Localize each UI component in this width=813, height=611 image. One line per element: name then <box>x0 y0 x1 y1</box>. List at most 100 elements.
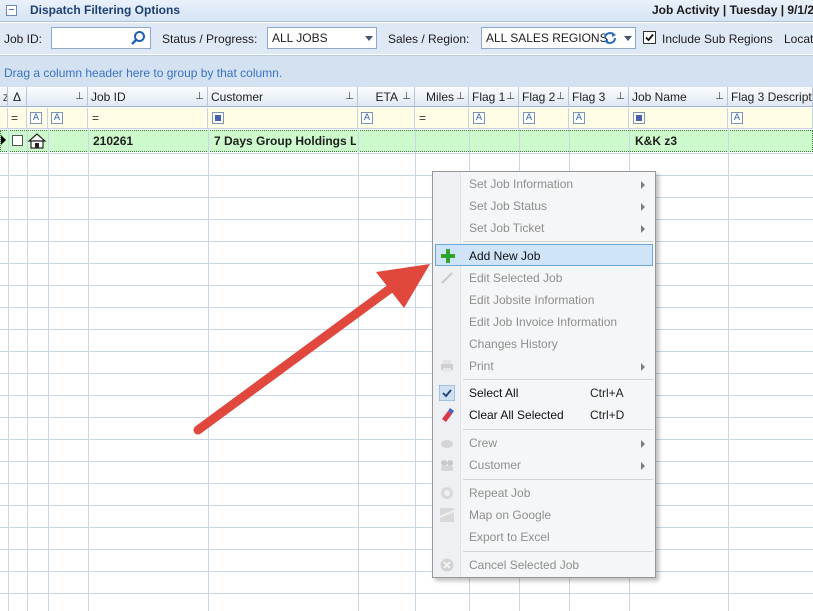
pin-icon[interactable]: ⊥ <box>616 91 625 102</box>
col-icon-header[interactable]: ⊥ <box>27 87 88 107</box>
col-flag1-header[interactable]: Flag 1 ⊥ <box>469 87 519 107</box>
text-filter-icon[interactable]: A <box>731 112 743 124</box>
menu-item-export-to-excel[interactable]: Export to Excel <box>435 526 653 548</box>
filter-cell[interactable] <box>0 108 8 129</box>
filter-cell[interactable]: A <box>27 108 48 129</box>
group-by-panel[interactable]: Drag a column header here to group by th… <box>0 55 813 87</box>
text-filter-icon[interactable]: A <box>51 112 63 124</box>
grid-row-line <box>0 285 813 286</box>
col-eta-header[interactable]: ETA ⊥ <box>358 87 415 107</box>
menu-item-label: Repeat Job <box>469 486 531 500</box>
pin-icon[interactable]: ⊥ <box>556 91 565 102</box>
grid-column-line <box>728 129 729 611</box>
filter-cell[interactable]: A <box>728 108 813 129</box>
filter-cell[interactable]: = <box>8 108 27 129</box>
collapse-toggle[interactable]: − <box>6 5 17 16</box>
text-filter-icon[interactable]: A <box>473 112 485 124</box>
col-customer-header[interactable]: Customer ⊥ <box>208 87 358 107</box>
equals-operator[interactable]: = <box>419 111 426 125</box>
sales-region-label: Sales / Region: <box>388 32 470 46</box>
refresh-icon[interactable] <box>602 30 618 46</box>
col-flag2-header[interactable]: Flag 2 ⊥ <box>519 87 569 107</box>
filter-cell[interactable]: A <box>569 108 629 129</box>
col-select-header[interactable]: Z <box>0 87 8 107</box>
grid-row-line <box>0 549 813 550</box>
menu-item-set-job-ticket[interactable]: Set Job Ticket <box>435 217 653 239</box>
table-row[interactable]: 210261 7 Days Group Holdings Li K&K z3 <box>0 130 813 152</box>
menu-item-select-all[interactable]: Select All Ctrl+A <box>435 382 653 404</box>
pin-icon[interactable]: ⊥ <box>75 91 84 102</box>
pin-icon[interactable]: ⊥ <box>456 91 465 102</box>
pencil-icon <box>441 272 453 284</box>
col-job-id-header[interactable]: Job ID ⊥ <box>88 87 208 107</box>
menu-item-cancel-selected-job[interactable]: Cancel Selected Job <box>435 554 653 576</box>
menu-item-edit-jobsite-information[interactable]: Edit Jobsite Information <box>435 289 653 311</box>
filter-cell[interactable]: A <box>48 108 88 129</box>
menu-item-map-on-google[interactable]: Map on Google <box>435 504 653 526</box>
menu-item-shortcut: Ctrl+D <box>590 408 625 422</box>
repeat-icon <box>441 487 453 499</box>
grid-column-line <box>48 129 49 611</box>
col-delta-label: Δ <box>12 90 21 104</box>
include-sub-regions-checkbox[interactable] <box>643 31 656 44</box>
list-filter-icon[interactable] <box>633 112 645 124</box>
customer-icon <box>441 460 453 471</box>
menu-item-set-job-status[interactable]: Set Job Status <box>435 195 653 217</box>
menu-item-label: Crew <box>469 436 498 450</box>
col-job-id-label: Job ID <box>91 90 126 104</box>
filter-cell[interactable] <box>208 108 358 129</box>
grid-row-line <box>0 439 813 440</box>
status-value: ALL JOBS <box>272 31 328 45</box>
menu-item-edit-job-invoice-information[interactable]: Edit Job Invoice Information <box>435 311 653 333</box>
menu-item-changes-history[interactable]: Changes History <box>435 333 653 355</box>
pin-icon[interactable]: ⊥ <box>195 91 204 102</box>
filter-cell[interactable]: A <box>358 108 415 129</box>
text-filter-icon[interactable]: A <box>30 112 42 124</box>
filter-cell[interactable] <box>629 108 728 129</box>
menu-item-clear-all-selected[interactable]: Clear All Selected Ctrl+D <box>435 404 653 426</box>
menu-item-add-new-job[interactable]: Add New Job <box>435 244 653 266</box>
col-job-name-header[interactable]: Job Name ⊥ <box>629 87 728 107</box>
search-icon[interactable] <box>130 30 146 46</box>
menu-item-shortcut: Ctrl+A <box>590 386 624 400</box>
col-delta-header[interactable]: Δ <box>8 87 27 107</box>
submenu-arrow-icon <box>641 363 645 371</box>
menu-item-label: Print <box>469 359 494 373</box>
filter-cell[interactable]: = <box>415 108 469 129</box>
menu-item-customer[interactable]: Customer <box>435 454 653 476</box>
equals-operator[interactable]: = <box>92 111 99 125</box>
col-flag3-desc-header[interactable]: Flag 3 Descripti <box>728 87 813 107</box>
text-filter-icon[interactable]: A <box>573 112 585 124</box>
job-activity-date: Job Activity | Tuesday | 9/1/2 <box>652 3 813 17</box>
status-dropdown[interactable]: ALL JOBS <box>267 27 377 49</box>
menu-item-label: Changes History <box>469 337 558 351</box>
pin-icon[interactable]: ⊥ <box>715 91 724 102</box>
sales-region-dropdown[interactable]: ALL SALES REGIONS <box>481 27 636 49</box>
text-filter-icon[interactable]: A <box>523 112 535 124</box>
pin-icon[interactable]: ⊥ <box>506 91 515 102</box>
menu-item-edit-selected-job[interactable]: Edit Selected Job <box>435 267 653 289</box>
job-id-input[interactable] <box>51 27 151 49</box>
submenu-arrow-icon <box>641 462 645 470</box>
text-filter-icon[interactable]: A <box>361 112 373 124</box>
row-checkbox[interactable] <box>12 135 23 146</box>
menu-item-set-job-information[interactable]: Set Job Information <box>435 173 653 195</box>
filter-cell[interactable]: = <box>88 108 208 129</box>
menu-item-label: Customer <box>469 458 522 472</box>
menu-item-print[interactable]: Print <box>435 355 653 377</box>
menu-item-label: Edit Selected Job <box>469 271 563 285</box>
filter-cell[interactable]: A <box>519 108 569 129</box>
pin-icon[interactable]: ⊥ <box>345 91 354 102</box>
equals-operator[interactable]: = <box>11 111 18 125</box>
cancel-icon <box>440 558 454 572</box>
menu-item-repeat-job[interactable]: Repeat Job <box>435 482 653 504</box>
grid-row-line <box>0 263 813 264</box>
location-label: Locat <box>784 32 813 46</box>
menu-separator <box>463 241 653 242</box>
col-flag3-header[interactable]: Flag 3 ⊥ <box>569 87 629 107</box>
col-miles-header[interactable]: Miles ⊥ <box>415 87 469 107</box>
menu-item-crew[interactable]: Crew <box>435 432 653 454</box>
pin-icon[interactable]: ⊥ <box>402 91 411 102</box>
filter-cell[interactable]: A <box>469 108 519 129</box>
list-filter-icon[interactable] <box>212 112 224 124</box>
